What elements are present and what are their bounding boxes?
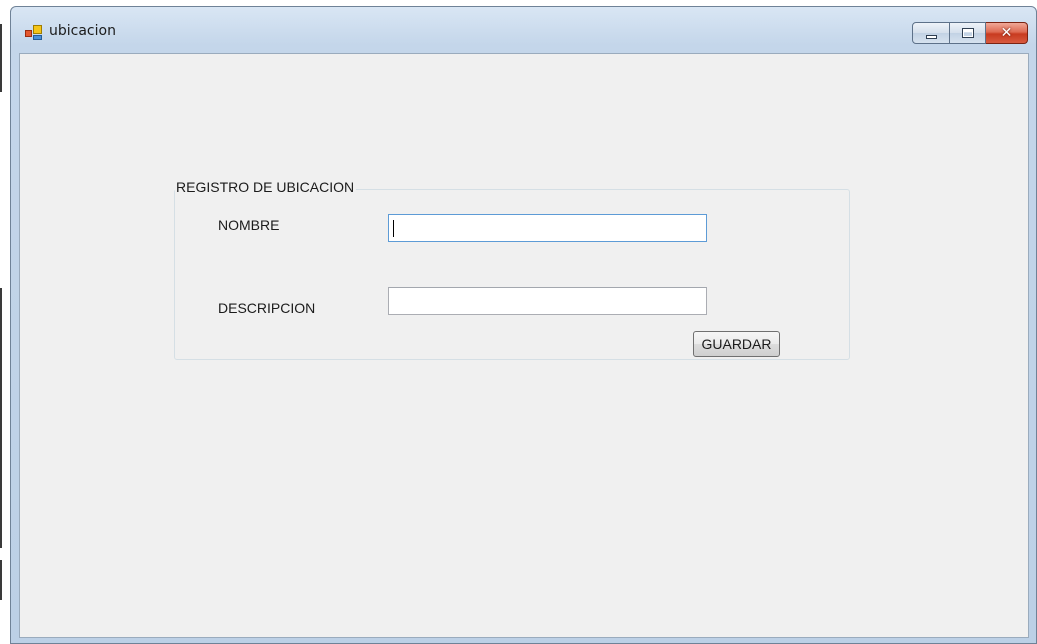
minimize-icon	[926, 35, 937, 39]
maximize-button[interactable]	[950, 22, 986, 44]
maximize-icon	[962, 28, 974, 38]
nombre-label: NOMBRE	[218, 217, 280, 233]
text-caret	[393, 220, 394, 237]
title-bar[interactable]: ubicacion ✕	[11, 7, 1036, 53]
form-client-area: REGISTRO DE UBICACION NOMBRE DESCRIPCION…	[19, 53, 1029, 638]
close-button[interactable]: ✕	[986, 22, 1028, 44]
edge-line	[0, 24, 2, 92]
windows-forms-app-icon[interactable]	[25, 25, 43, 41]
edge-line	[0, 560, 2, 600]
form-window: ubicacion ✕ REGISTRO DE UBICACION NOMBRE…	[10, 6, 1037, 644]
edge-line	[0, 288, 2, 548]
minimize-button[interactable]	[912, 22, 950, 44]
groupbox-title: REGISTRO DE UBICACION	[175, 179, 357, 195]
guardar-button[interactable]: GUARDAR	[693, 331, 780, 357]
descripcion-label: DESCRIPCION	[218, 300, 316, 316]
caption-buttons: ✕	[912, 22, 1028, 44]
nombre-input[interactable]	[388, 214, 707, 242]
background-screen-edge	[0, 0, 10, 644]
window-title: ubicacion	[49, 23, 116, 39]
descripcion-input[interactable]	[388, 287, 707, 315]
close-icon: ✕	[1000, 25, 1013, 41]
